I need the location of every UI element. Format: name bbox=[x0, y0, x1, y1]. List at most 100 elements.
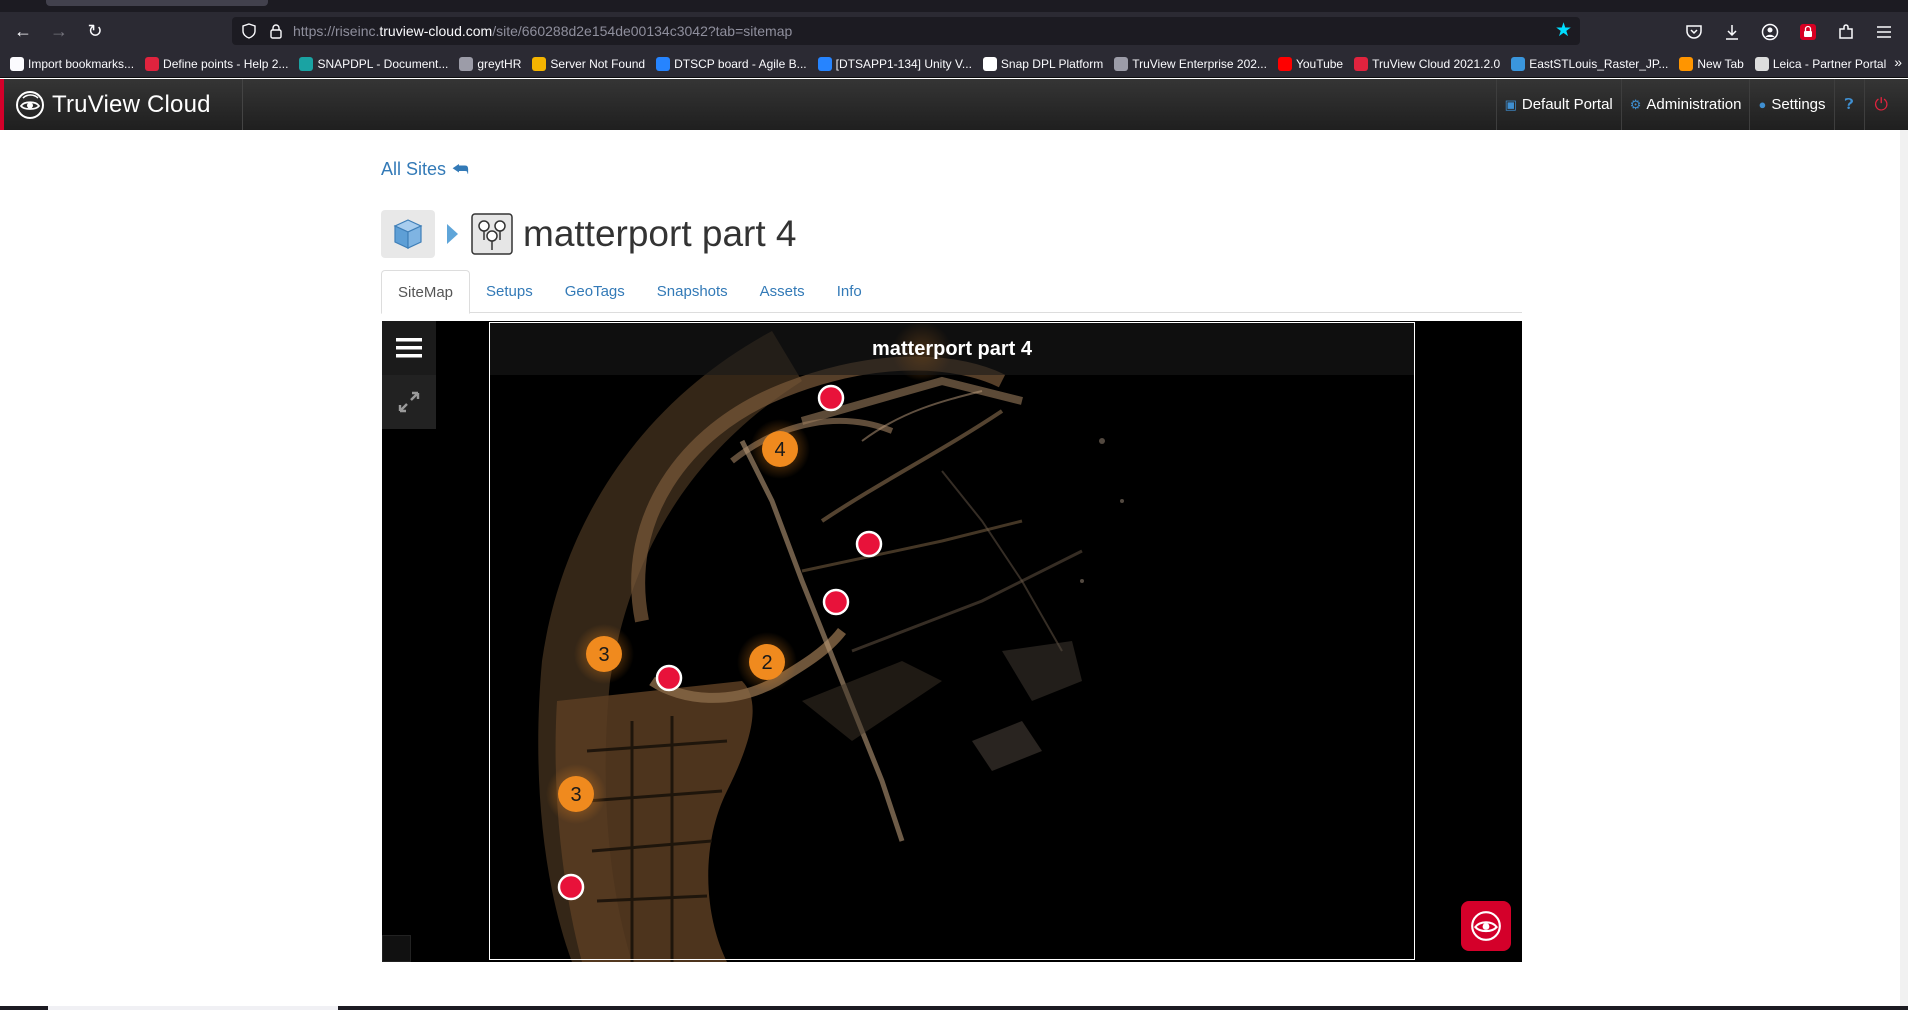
bookmark-item[interactable]: New Tab bbox=[1679, 56, 1744, 71]
bookmark-item[interactable]: [DTSAPP1-134] Unity V... bbox=[817, 56, 972, 71]
url-text[interactable]: https://riseinc.truview-cloud.com/site/6… bbox=[293, 23, 792, 39]
bookmark-item[interactable]: TruView Cloud 2021.2.0 bbox=[1354, 56, 1501, 71]
tracking-shield-icon[interactable] bbox=[241, 23, 257, 39]
browser-navbar: ← → ↻ https://riseinc.truview-cloud.com/… bbox=[0, 12, 1908, 50]
address-bar[interactable]: https://riseinc.truview-cloud.com/site/6… bbox=[232, 17, 1580, 45]
administration-link[interactable]: ⚙ Administration bbox=[1620, 79, 1750, 130]
breadcrumb: matterport part 4 bbox=[381, 210, 797, 258]
bookmark-favicon-icon bbox=[1679, 56, 1694, 71]
truview-logo-icon bbox=[16, 91, 44, 119]
site-pins-icon bbox=[471, 213, 513, 255]
gears-icon: ⚙ bbox=[1629, 96, 1642, 112]
bookmark-label: DTSCP board - Agile B... bbox=[674, 56, 807, 71]
bookmark-item[interactable]: Leica - Partner Portal bbox=[1754, 56, 1887, 71]
browser-tab[interactable] bbox=[46, 0, 268, 6]
default-portal-link[interactable]: ▣ Default Portal bbox=[1495, 79, 1621, 130]
bookmark-label: Leica - Partner Portal bbox=[1772, 56, 1887, 71]
breadcrumb-arrow-icon bbox=[447, 224, 458, 244]
map-menu-button[interactable] bbox=[382, 321, 436, 375]
forward-button[interactable]: → bbox=[46, 19, 72, 43]
bookmark-favicon-icon bbox=[145, 56, 160, 71]
tab-assets[interactable]: Assets bbox=[744, 270, 821, 313]
bookmark-label: [DTSAPP1-134] Unity V... bbox=[835, 56, 972, 71]
bookmark-favicon-icon bbox=[982, 56, 997, 71]
truview-badge-button[interactable] bbox=[1461, 901, 1511, 951]
map-title-bar: matterport part 4 bbox=[490, 323, 1414, 375]
bookmark-label: Server Not Found bbox=[550, 56, 646, 71]
app-menu-icon[interactable] bbox=[1874, 22, 1894, 42]
administration-label: Administration bbox=[1646, 96, 1742, 113]
bookmark-favicon-icon bbox=[1277, 56, 1292, 71]
map-viewport-frame bbox=[489, 322, 1415, 960]
truview-eye-icon bbox=[1471, 911, 1501, 941]
reply-arrow-icon: ⮪ bbox=[452, 159, 469, 179]
portal-breadcrumb-button[interactable] bbox=[381, 210, 435, 258]
back-button[interactable]: ← bbox=[10, 19, 36, 43]
bookmark-favicon-icon bbox=[1114, 56, 1129, 71]
site-tabs: SiteMap Setups GeoTags Snapshots Assets Info bbox=[381, 270, 1522, 314]
pocket-icon[interactable] bbox=[1684, 22, 1704, 42]
bookmark-favicon-icon bbox=[1754, 56, 1769, 71]
bookmark-item[interactable]: EastSTLouis_Raster_JP... bbox=[1511, 56, 1669, 71]
bookmarks-overflow-icon[interactable]: » bbox=[1894, 54, 1902, 70]
tab-sitemap[interactable]: SiteMap bbox=[381, 270, 471, 314]
bookmark-label: greytHR bbox=[477, 56, 522, 71]
logout-button[interactable]: ⏻ bbox=[1863, 79, 1898, 130]
bookmark-item[interactable]: Server Not Found bbox=[532, 56, 646, 71]
bookmarks-toolbar: Import bookmarks... Define points - Help … bbox=[0, 50, 1908, 78]
reload-button[interactable]: ↻ bbox=[82, 19, 108, 43]
fullscreen-button[interactable] bbox=[382, 375, 436, 429]
bookmark-favicon-icon bbox=[532, 56, 547, 71]
bookmark-favicon-icon bbox=[459, 56, 474, 71]
user-icon: ● bbox=[1758, 97, 1767, 112]
browser-tab-strip bbox=[0, 0, 1908, 12]
map-corner-control[interactable] bbox=[382, 935, 411, 962]
bookmark-favicon-icon bbox=[299, 56, 314, 71]
bookmark-label: New Tab bbox=[1697, 56, 1744, 71]
tab-snapshots[interactable]: Snapshots bbox=[641, 270, 744, 313]
bookmark-item[interactable]: SNAPDPL - Document... bbox=[299, 56, 449, 71]
downloads-icon[interactable] bbox=[1722, 22, 1742, 42]
browser-toolbar-icons bbox=[1684, 21, 1894, 43]
brand-name: TruView Cloud bbox=[52, 91, 211, 118]
bookmark-label: YouTube bbox=[1295, 56, 1344, 71]
bookmark-label: TruView Enterprise 202... bbox=[1132, 56, 1267, 71]
cube-icon bbox=[393, 219, 423, 249]
expand-icon bbox=[398, 391, 420, 413]
bookmark-favicon-icon bbox=[817, 56, 832, 71]
lock-icon[interactable] bbox=[268, 23, 284, 39]
bookmark-item[interactable]: YouTube bbox=[1277, 56, 1344, 71]
bookmark-item[interactable]: DTSCP board - Agile B... bbox=[656, 56, 807, 71]
account-icon[interactable] bbox=[1760, 22, 1780, 42]
extension-lock-icon[interactable] bbox=[1798, 22, 1818, 42]
url-host: truview-cloud.com bbox=[379, 23, 493, 39]
bookmark-item[interactable]: Import bookmarks... bbox=[10, 56, 134, 71]
bookmark-item[interactable]: Snap DPL Platform bbox=[982, 56, 1103, 71]
hamburger-menu-icon bbox=[396, 338, 422, 358]
bookmark-item[interactable]: Define points - Help 2... bbox=[145, 56, 289, 71]
settings-link[interactable]: ● Settings bbox=[1749, 79, 1833, 130]
bookmark-label: Define points - Help 2... bbox=[163, 56, 289, 71]
bookmark-favicon-icon bbox=[656, 56, 671, 71]
help-button[interactable]: ❓︎ bbox=[1833, 79, 1864, 130]
bookmark-star-icon[interactable]: ★ bbox=[1555, 20, 1572, 42]
sitemap-viewer[interactable]: 4 3 2 3 matterport part 4 bbox=[382, 321, 1522, 962]
tab-setups[interactable]: Setups bbox=[470, 270, 549, 313]
bookmark-label: TruView Cloud 2021.2.0 bbox=[1372, 56, 1501, 71]
default-portal-label: Default Portal bbox=[1521, 96, 1613, 113]
extensions-icon[interactable] bbox=[1836, 22, 1856, 42]
map-side-controls bbox=[382, 321, 436, 429]
tab-geotags[interactable]: GeoTags bbox=[549, 270, 641, 313]
bookmark-item[interactable]: greytHR bbox=[459, 56, 522, 71]
bookmark-label: EastSTLouis_Raster_JP... bbox=[1529, 56, 1669, 71]
bottom-highlight bbox=[48, 1006, 338, 1010]
page-title: matterport part 4 bbox=[523, 213, 797, 254]
bookmark-label: SNAPDPL - Document... bbox=[317, 56, 449, 71]
brand[interactable]: TruView Cloud bbox=[14, 88, 211, 122]
bookmark-favicon-icon bbox=[1354, 56, 1369, 71]
all-sites-link[interactable]: All Sites ⮪ bbox=[381, 159, 469, 180]
page-scrollbar[interactable] bbox=[1900, 130, 1908, 1006]
bookmark-favicon-icon bbox=[1511, 56, 1526, 71]
bookmark-item[interactable]: TruView Enterprise 202... bbox=[1114, 56, 1267, 71]
tab-info[interactable]: Info bbox=[821, 270, 878, 313]
